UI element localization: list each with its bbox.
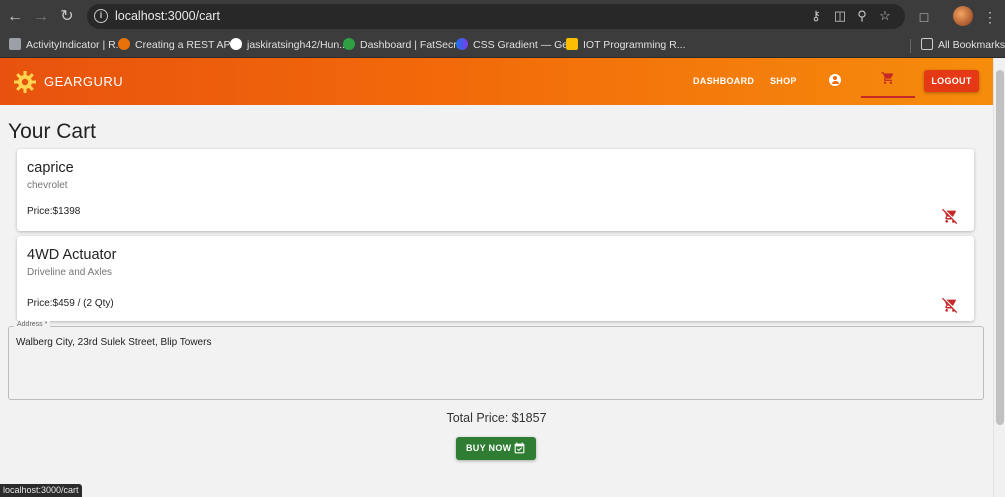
item-category: Driveline and Axles (27, 267, 113, 278)
cart-item-card: 4WD Actuator Driveline and Axles Price:$… (17, 236, 974, 321)
remove-from-cart-icon[interactable] (942, 297, 958, 313)
bookmark-item[interactable]: Creating a REST API... (118, 37, 242, 53)
page-title: Your Cart (8, 120, 96, 143)
logout-button[interactable]: LOGOUT (924, 70, 979, 92)
folder-icon (921, 38, 933, 50)
all-bookmarks-button[interactable]: All Bookmarks (921, 37, 1005, 53)
site-info-icon[interactable]: i (94, 9, 108, 23)
item-price: Price:$1398 (27, 206, 81, 217)
menu-kebab-icon[interactable]: ⋮ (979, 6, 1001, 28)
item-name: 4WD Actuator (27, 247, 117, 263)
cart-item-card: caprice chevrolet Price:$1398 (17, 149, 974, 231)
zoom-icon[interactable]: ⚲ (854, 8, 870, 24)
bookmark-item[interactable]: ActivityIndicator | R... (9, 37, 124, 53)
gear-logo-icon (14, 71, 36, 93)
extensions-icon[interactable]: □ (913, 6, 935, 28)
scrollbar-thumb[interactable] (996, 70, 1004, 425)
total-price: Total Price: $1857 (446, 411, 547, 425)
bookmark-favicon-icon (343, 38, 355, 50)
item-name: caprice (27, 160, 74, 176)
address-bar[interactable]: i localhost:3000/cart ⚷ ◫ ⚲ ☆ (87, 4, 905, 29)
item-category: chevrolet (27, 180, 68, 191)
browser-toolbar: ← → ↻ i localhost:3000/cart ⚷ ◫ ⚲ ☆ □ ⋮ (0, 0, 1005, 33)
buy-now-label: BUY NOW (466, 443, 512, 453)
remove-from-cart-icon[interactable] (942, 208, 958, 224)
nav-shop-link[interactable]: SHOP (770, 76, 797, 86)
app-header: GEARGURU DASHBOARD SHOP LOGOUT (0, 58, 993, 105)
account-icon[interactable] (829, 74, 841, 86)
bookmark-item[interactable]: jaskiratsingh42/Hun... (230, 37, 348, 53)
bookmark-favicon-icon (456, 38, 468, 50)
profile-avatar[interactable] (953, 6, 973, 26)
bookmark-item[interactable]: Dashboard | FatSecr... (343, 37, 465, 53)
status-bar-url: localhost:3000/cart (0, 484, 82, 497)
bookmark-favicon-icon (9, 38, 21, 50)
reload-icon[interactable]: ↻ (56, 6, 78, 28)
bookmark-item[interactable]: CSS Gradient — Ge... (456, 37, 577, 53)
github-icon (230, 38, 242, 50)
item-price: Price:$459 / (2 Qty) (27, 298, 114, 309)
address-field-label: Address * (14, 321, 51, 328)
buy-now-button[interactable]: BUY NOW (456, 437, 536, 460)
calendar-check-icon (514, 442, 525, 454)
bookmark-favicon-icon (118, 38, 130, 50)
bookmark-favicon-icon (566, 38, 578, 50)
nav-dashboard-link[interactable]: DASHBOARD (693, 76, 754, 86)
bookmark-star-icon[interactable]: ☆ (877, 8, 893, 24)
back-icon[interactable]: ← (4, 6, 26, 28)
shopping-cart-icon (881, 72, 894, 84)
forward-icon[interactable]: → (30, 6, 52, 28)
cast-icon[interactable]: ◫ (832, 8, 848, 24)
password-key-icon[interactable]: ⚷ (808, 8, 824, 24)
bookmarks-divider (910, 39, 911, 53)
bookmarks-bar: ActivityIndicator | R... Creating a REST… (0, 33, 1005, 58)
brand-name[interactable]: GEARGURU (44, 74, 123, 89)
url-text[interactable]: localhost:3000/cart (115, 9, 220, 23)
address-field-value[interactable]: Walberg City, 23rd Sulek Street, Blip To… (16, 337, 211, 348)
nav-cart-tab[interactable] (861, 58, 915, 98)
bookmark-item[interactable]: IOT Programming R... (566, 37, 686, 53)
page-scrollbar[interactable] (993, 58, 1005, 497)
